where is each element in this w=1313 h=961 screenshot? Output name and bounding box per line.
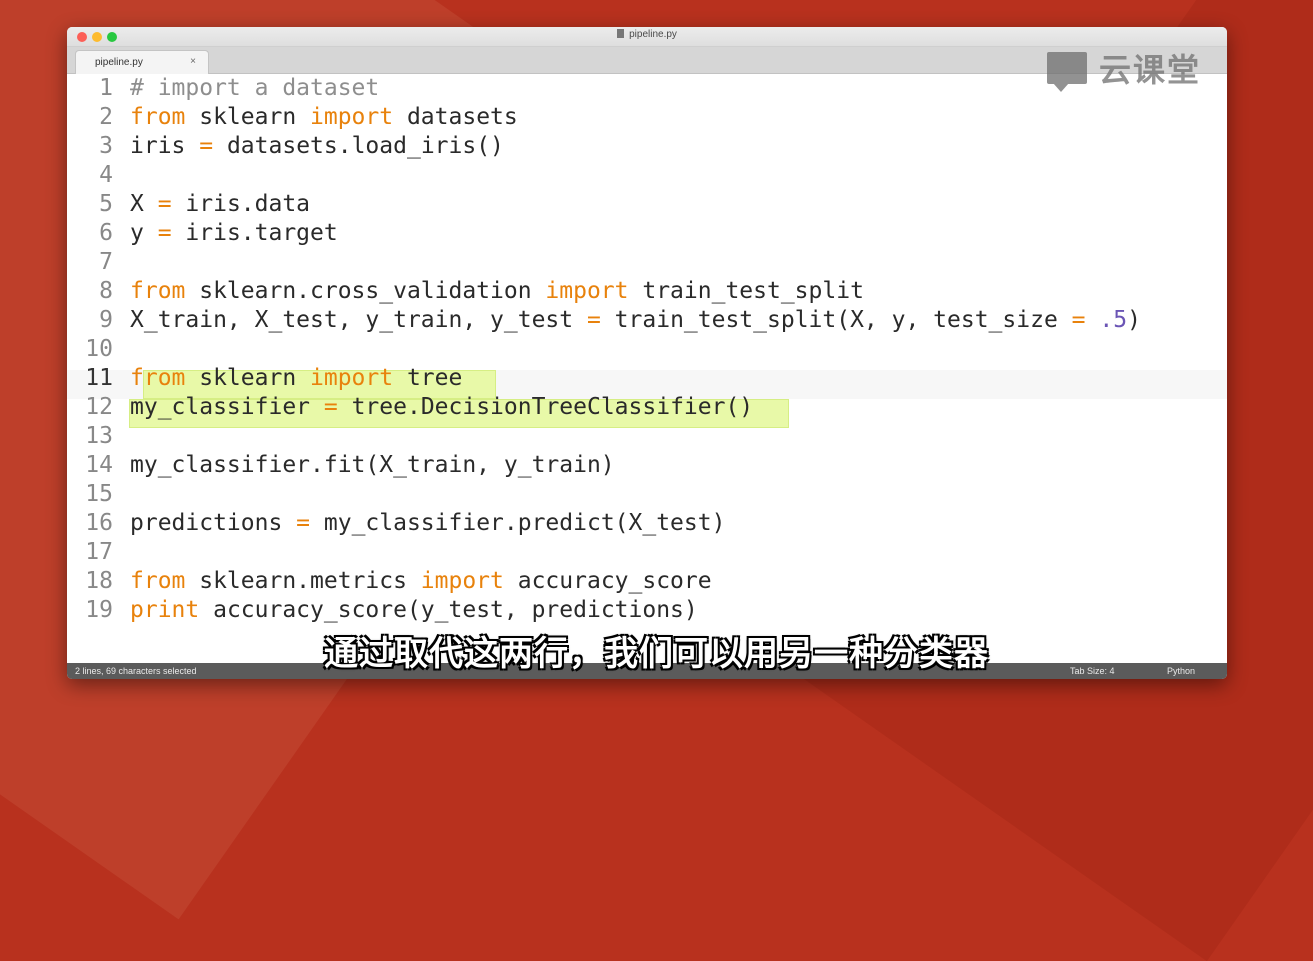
watermark-text: 云课堂 (1099, 52, 1202, 88)
code-token: .5 (1099, 307, 1128, 333)
code-token: from (130, 365, 186, 391)
code-token: = (1071, 307, 1086, 333)
line-number: 19 (85, 597, 113, 623)
code-line-11[interactable]: 11 from sklearn import tree (67, 364, 462, 393)
window-title: pipeline.py (67, 29, 1227, 40)
code-token: train_test_split(X, y, test_size (600, 307, 1072, 333)
line-number: 5 (99, 191, 113, 217)
video-subtitle: 通过取代这两行，我们可以用另一种分类器 (324, 635, 989, 673)
code-line-15[interactable]: 15 (67, 480, 130, 509)
line-number: 15 (85, 481, 113, 507)
code-line-19[interactable]: 19 print accuracy_score(y_test, predictio… (67, 596, 698, 625)
watermark: 云课堂 (1047, 46, 1217, 92)
line-number: 6 (99, 220, 113, 246)
code-token: import (420, 568, 504, 594)
line-number: 7 (99, 249, 113, 275)
code-line-9[interactable]: 9 X_train, X_test, y_train, y_test = trai… (67, 306, 1141, 335)
code-line-4[interactable]: 4 (67, 161, 130, 190)
code-token: iris.data (171, 191, 311, 217)
code-token: predictions (130, 510, 297, 536)
code-token: import (310, 365, 394, 391)
code-token: from (130, 568, 186, 594)
line-number: 9 (99, 307, 113, 333)
code-token: import (545, 278, 629, 304)
code-line-5[interactable]: 5X = iris.data (67, 190, 310, 219)
code-token: = (586, 307, 601, 333)
code-token: sklearn.metrics (185, 568, 421, 594)
code-token: = (199, 133, 214, 159)
editor-window: pipeline.py pipeline.py × 1 # import a da… (67, 27, 1227, 679)
code-token: my_classifier.predict(X_test) (310, 510, 726, 536)
code-token: iris.target (171, 220, 338, 246)
code-line-3[interactable]: 3 iris = datasets.load_iris() (67, 132, 504, 161)
line-number: 4 (99, 162, 113, 188)
code-token: = (157, 191, 172, 217)
document-icon (617, 29, 625, 38)
code-token: X (130, 191, 158, 217)
code-token: datasets.load_iris() (213, 133, 504, 159)
window-title-text: pipeline.py (629, 29, 677, 40)
code-line-16[interactable]: 16 predictions = my_classifier.predict(X_… (67, 509, 725, 538)
line-number: 10 (85, 336, 113, 362)
line-number: 11 (85, 365, 113, 391)
code-token: tree (393, 365, 463, 391)
line-number: 14 (85, 452, 113, 478)
line-number: 1 (99, 75, 113, 101)
line-number: 18 (85, 568, 113, 594)
code-token: from (130, 278, 186, 304)
code-token: X_train, X_test, y_train, y_test (130, 307, 587, 333)
code-token: ) (1127, 307, 1141, 333)
cloud-classroom-logo-icon (1047, 52, 1087, 92)
code-line-1[interactable]: 1 # import a dataset (67, 74, 379, 103)
code-token: my_classifier (130, 394, 324, 420)
code-token: = (296, 510, 311, 536)
code-token: = (323, 394, 338, 420)
line-number: 13 (85, 423, 113, 449)
line-number: 8 (99, 278, 113, 304)
line-number: 3 (99, 133, 113, 159)
code-token: print (130, 597, 200, 623)
code-line-8[interactable]: 8 from sklearn.cross_validation import tr… (67, 277, 864, 306)
tab-pipeline[interactable]: pipeline.py × (75, 50, 209, 74)
line-number: 16 (85, 510, 113, 536)
code-token: accuracy_score (503, 568, 712, 594)
code-line-10[interactable]: 10 (67, 335, 130, 364)
code-line-18[interactable]: 18 from sklearn.metrics import accuracy_s… (67, 567, 712, 596)
code-token: # import a dataset (130, 75, 380, 101)
code-token: sklearn (185, 104, 311, 130)
code-line-2[interactable]: 2 from sklearn import datasets (67, 103, 518, 132)
code-line-13[interactable]: 13 (67, 422, 130, 451)
line-number: 12 (85, 394, 113, 420)
title-bar: pipeline.py (67, 27, 1227, 47)
code-token: y (130, 220, 158, 246)
code-line-7[interactable]: 7 (67, 248, 130, 277)
code-line-17[interactable]: 17 (67, 538, 130, 567)
code-token: my_classifier.fit(X_train, y_train) (130, 452, 615, 478)
code-token: tree.DecisionTreeClassifier() (337, 394, 754, 420)
line-number: 2 (99, 104, 113, 130)
code-token: import (310, 104, 394, 130)
code-editor[interactable]: 1 # import a dataset 2 from sklearn import … (67, 74, 1227, 663)
tab-label: pipeline.py (95, 57, 143, 68)
code-token: train_test_split (628, 278, 864, 304)
code-token: sklearn.cross_validation (185, 278, 546, 304)
code-token: from (130, 104, 186, 130)
code-line-14[interactable]: 14 my_classifier.fit(X_train, y_train) (67, 451, 615, 480)
code-line-6[interactable]: 6y = iris.target (67, 219, 338, 248)
line-number: 17 (85, 539, 113, 565)
code-token: accuracy_score(y_test, predictions) (199, 597, 698, 623)
code-token: iris (130, 133, 200, 159)
code-line-12[interactable]: 12 my_classifier = tree.DecisionTreeClass… (67, 393, 753, 422)
code-token: sklearn (185, 365, 311, 391)
tab-close-icon[interactable]: × (190, 56, 196, 67)
code-token: datasets (393, 104, 518, 130)
code-token: = (157, 220, 172, 246)
